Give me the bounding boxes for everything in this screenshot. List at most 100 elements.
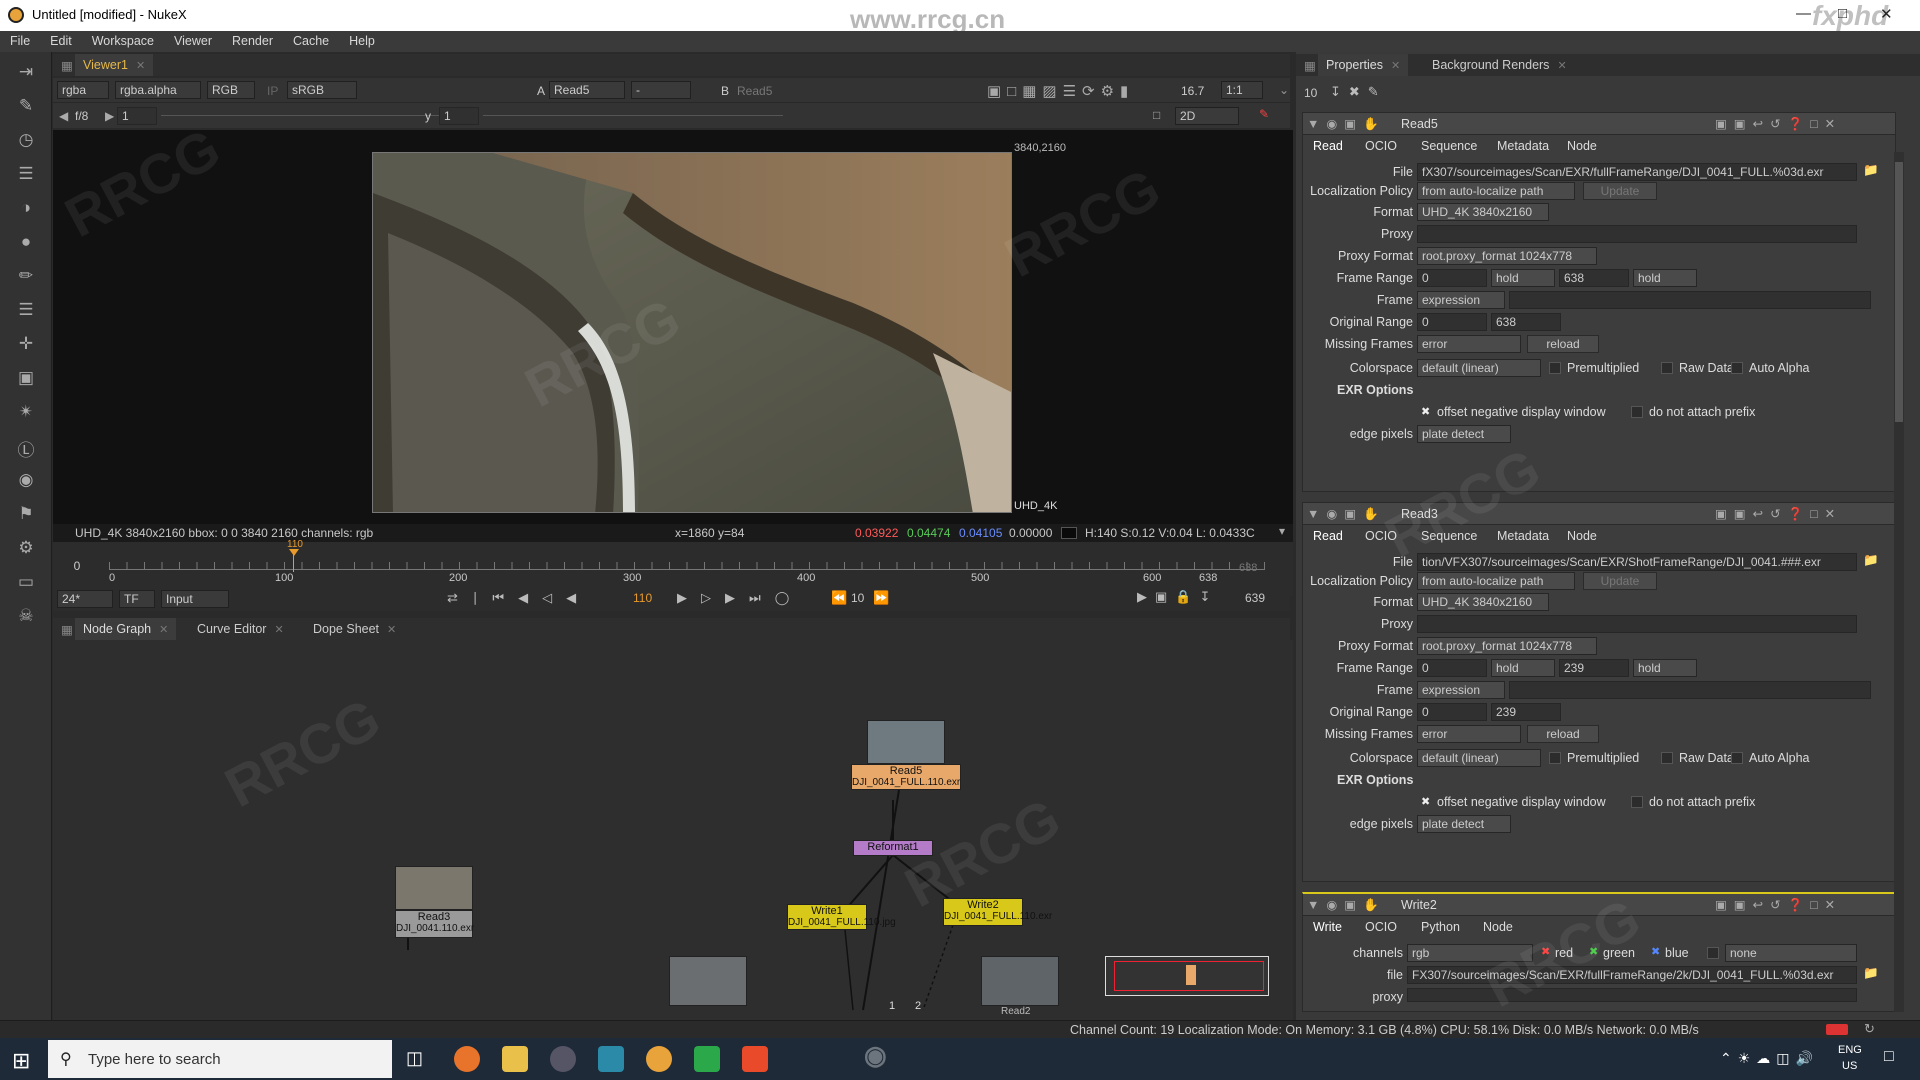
panel-header-right-icons[interactable]: ▣▣↩↺❓□✕ (1715, 116, 1842, 132)
color-tools-icon[interactable]: ◑ (14, 198, 38, 220)
props-panel-menu-icon[interactable]: ▦ (1296, 54, 1316, 76)
lang-eng[interactable]: ENG (1838, 1044, 1862, 1056)
frame-mode-dropdown[interactable]: expression (1417, 681, 1505, 699)
subtab-node[interactable]: Node (1483, 920, 1513, 934)
furnace-tools-icon[interactable]: ☠ (14, 606, 38, 628)
blue-checkbox[interactable]: ✖ (1651, 945, 1660, 958)
premultiplied-checkbox[interactable] (1549, 362, 1561, 374)
channels-dropdown[interactable]: rgba (57, 81, 109, 99)
orig-first-field[interactable]: 0 (1417, 703, 1487, 721)
subtab-node[interactable]: Node (1567, 529, 1597, 543)
step-back-icon[interactable]: ⏪ (831, 590, 847, 606)
file-field[interactable]: tion/VFX307/sourceimages/Scan/EXR/ShotFr… (1417, 553, 1857, 571)
maximize-icon[interactable]: □ (1838, 5, 1847, 22)
close-tab-icon[interactable]: ✕ (1557, 60, 1566, 72)
subtab-python[interactable]: Python (1421, 920, 1460, 934)
orig-first-field[interactable]: 0 (1417, 313, 1487, 331)
panel-header-right-icons[interactable]: ▣▣↩↺❓□✕ (1715, 506, 1842, 522)
panel-header-icons[interactable]: ▼◉▣✋ (1307, 897, 1386, 913)
expand-icon[interactable]: ⌄ (1279, 83, 1289, 97)
red-app-icon[interactable] (742, 1046, 768, 1072)
auto-alpha-checkbox[interactable] (1731, 752, 1743, 764)
last-frame-field[interactable]: 239 (1559, 659, 1629, 677)
start-menu-icon[interactable]: ⊞ (12, 1048, 30, 1074)
subtab-sequence[interactable]: Sequence (1421, 139, 1477, 153)
step-field[interactable]: 10 (851, 591, 864, 605)
reload-button[interactable]: reload (1527, 335, 1599, 353)
read5-panel-title[interactable]: Read5 (1401, 117, 1438, 131)
red-checkbox[interactable]: ✖ (1541, 945, 1550, 958)
close-icon[interactable]: ✕ (1880, 5, 1893, 23)
file-field[interactable]: fX307/sourceimages/Scan/EXR/fullFrameRan… (1417, 163, 1857, 181)
alpha-dropdown[interactable]: rgba.alpha (115, 81, 201, 99)
a-input-dropdown[interactable]: Read5 (549, 81, 625, 99)
fstop-right-icon[interactable]: ▶ (105, 109, 114, 123)
maya-icon[interactable] (550, 1046, 576, 1072)
read-node-thumbnail[interactable] (669, 956, 747, 1006)
raw-data-checkbox[interactable] (1661, 752, 1673, 764)
colorspace-dropdown[interactable]: sRGB (287, 81, 357, 99)
read5-thumbnail[interactable] (867, 720, 945, 764)
write2-node[interactable]: Write2 DJI_0041_FULL.110.exr (943, 898, 1052, 926)
after-dropdown[interactable]: hold (1633, 659, 1697, 677)
missing-frames-dropdown[interactable]: error (1417, 335, 1521, 353)
fstop-left-icon[interactable]: ◀ (59, 109, 68, 123)
step-forward-icon[interactable]: ⏩ (873, 590, 889, 606)
edge-pixels-dropdown[interactable]: plate detect (1417, 425, 1511, 443)
graph-panel-menu-icon[interactable]: ▦ (53, 618, 73, 640)
tf-dropdown[interactable]: TF (119, 590, 155, 608)
update-button[interactable]: Update (1583, 182, 1657, 200)
subtab-node[interactable]: Node (1567, 139, 1597, 153)
tab-properties[interactable]: Properties ✕ (1318, 54, 1409, 76)
file-browse-icon[interactable]: 📁 (1863, 966, 1879, 981)
nuke-taskbar-icon[interactable] (646, 1046, 672, 1072)
channels-dropdown[interactable]: rgb (1407, 944, 1533, 962)
file-explorer-icon[interactable] (502, 1046, 528, 1072)
frame-expression-field[interactable] (1509, 291, 1871, 309)
viewer-tool-icons[interactable]: ▣□▦▨☰⟳⚙▮ (987, 82, 1134, 100)
first-frame-field[interactable]: 0 (1417, 269, 1487, 287)
tab-dope-sheet[interactable]: Dope Sheet ✕ (305, 618, 404, 640)
lang-us[interactable]: US (1842, 1060, 1857, 1072)
close-tab-icon[interactable]: ✕ (387, 624, 396, 636)
metadata-tools-icon[interactable]: ⚑ (14, 504, 38, 526)
tab-curve-editor[interactable]: Curve Editor ✕ (189, 618, 292, 640)
gamma-field[interactable]: 1 (439, 107, 479, 125)
node-graph[interactable]: Read5 DJI_0041_FULL.110.exr Reformat1 Wr… (53, 640, 1293, 1020)
transform-tools-icon[interactable]: ✛ (14, 334, 38, 356)
gain-field[interactable]: 1 (117, 107, 157, 125)
proxy-format-dropdown[interactable]: root.proxy_format 1024x778 (1417, 247, 1597, 265)
localization-dropdown[interactable]: from auto-localize path (1417, 572, 1575, 590)
subtab-metadata[interactable]: Metadata (1497, 139, 1549, 153)
file-browse-icon[interactable]: 📁 (1863, 163, 1879, 178)
fstop-value[interactable]: f/8 (75, 109, 88, 123)
auto-alpha-checkbox[interactable] (1731, 362, 1743, 374)
write-proxy-field[interactable] (1407, 988, 1857, 1002)
properties-scrollbar[interactable] (1894, 152, 1904, 1012)
refresh-icon[interactable]: ↻ (1864, 1021, 1875, 1037)
subtab-sequence[interactable]: Sequence (1421, 529, 1477, 543)
orig-last-field[interactable]: 239 (1491, 703, 1561, 721)
panel-header-right-icons[interactable]: ▣▣↩↺❓□✕ (1715, 897, 1842, 913)
close-tab-icon[interactable]: ✕ (1391, 60, 1400, 72)
no-prefix-checkbox[interactable] (1631, 406, 1643, 418)
tab-node-graph[interactable]: Node Graph ✕ (75, 618, 177, 640)
flipbook-icons[interactable]: ▶▣🔒↧ (1137, 589, 1218, 605)
raw-data-checkbox[interactable] (1661, 362, 1673, 374)
tab-viewer1[interactable]: Viewer1 ✕ (75, 54, 154, 76)
filter-tools-icon[interactable]: ● (14, 232, 38, 254)
close-tab-icon[interactable]: ✕ (274, 624, 283, 636)
subtab-metadata[interactable]: Metadata (1497, 529, 1549, 543)
subtab-read[interactable]: Read (1313, 139, 1343, 153)
write2-panel-title[interactable]: Write2 (1401, 898, 1437, 912)
orig-last-field[interactable]: 638 (1491, 313, 1561, 331)
menu-render[interactable]: Render (222, 31, 283, 48)
colorspace-dropdown[interactable]: default (linear) (1417, 749, 1541, 767)
update-button[interactable]: Update (1583, 572, 1657, 590)
wipe-dropdown[interactable]: - (631, 81, 691, 99)
subtab-read[interactable]: Read (1313, 529, 1343, 543)
write1-node[interactable]: Write1 DJI_0041_FULL.110.jpg (787, 904, 896, 930)
transport-buttons-left[interactable]: ⇄∣⏮◀◁◀ (447, 590, 590, 606)
fps-dropdown[interactable]: 24* (57, 590, 113, 608)
subtab-ocio[interactable]: OCIO (1365, 139, 1397, 153)
